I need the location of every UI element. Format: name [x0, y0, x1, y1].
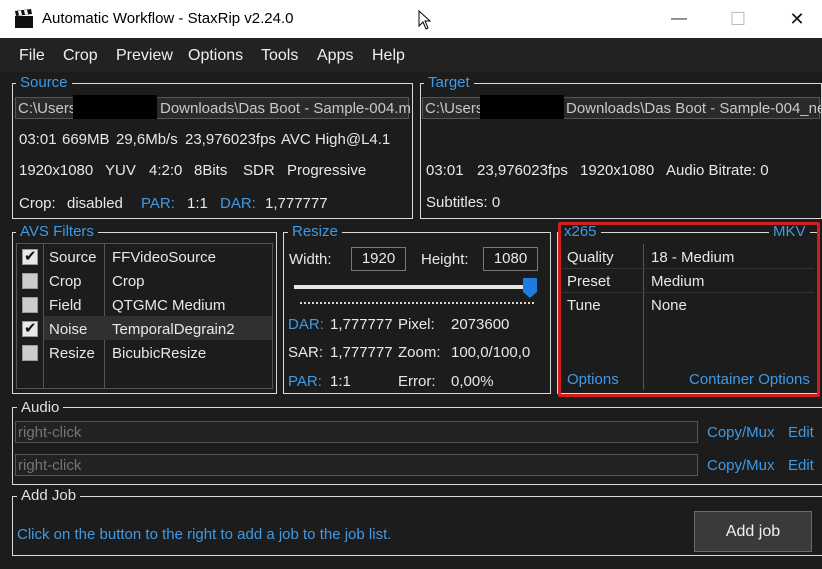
filter-name[interactable]: Noise [49, 321, 87, 338]
window-title: Automatic Workflow - StaxRip v2.24.0 [42, 10, 294, 27]
target-subtitles: Subtitles: 0 [426, 194, 501, 211]
target-path-suffix: Downloads\Das Boot - Sample-004_ne [566, 100, 822, 117]
redaction-block [73, 95, 157, 119]
pixel-value: 2073600 [451, 316, 510, 333]
filter-checkbox-resize[interactable] [22, 345, 38, 361]
filter-name[interactable]: Resize [49, 345, 95, 362]
menu-help[interactable]: Help [372, 47, 405, 65]
add-job-hint: Click on the button to the right to add … [17, 526, 392, 543]
source-chroma: 4:2:0 [149, 162, 183, 179]
menu-apps[interactable]: Apps [317, 47, 353, 65]
close-button[interactable]: ✕ [774, 0, 820, 38]
source-par-link[interactable]: PAR: [141, 195, 175, 212]
source-duration: 03:01 [19, 131, 57, 148]
source-bitdepth: 8Bits [194, 162, 228, 179]
maximize-button[interactable]: ☐ [715, 0, 761, 38]
close-icon: ✕ [789, 8, 805, 29]
height-label: Height: [421, 251, 469, 268]
source-path-prefix: C:\Users\ [18, 100, 81, 117]
width-label: Width: [289, 251, 332, 268]
resize-slider-thumb[interactable] [522, 277, 538, 299]
audio-1-copy-mux-link[interactable]: Copy/Mux [707, 424, 775, 441]
filter-value[interactable]: QTGMC Medium [112, 297, 225, 314]
sar-label: SAR: [288, 344, 324, 361]
avs-filters-legend: AVS Filters [16, 223, 98, 240]
source-fps: 23,976023fps [185, 131, 276, 148]
minimize-button[interactable]: — [656, 0, 702, 38]
target-duration: 03:01 [426, 162, 464, 179]
source-dar-link[interactable]: DAR: [220, 195, 256, 212]
filter-checkbox-field[interactable] [22, 297, 38, 313]
title-bar: Automatic Workflow - StaxRip v2.24.0 — ☐… [0, 0, 822, 38]
width-input[interactable]: 1920 [351, 247, 406, 271]
source-colorspace: YUV [105, 162, 136, 179]
source-scan: Progressive [287, 162, 367, 179]
source-resolution: 1920x1080 [19, 162, 94, 179]
filter-name[interactable]: Crop [49, 273, 82, 290]
crop-value: disabled [67, 195, 123, 212]
resize-slider-track[interactable] [294, 285, 534, 289]
filter-value[interactable]: FFVideoSource [112, 249, 216, 266]
crop-label: Crop: [19, 195, 56, 212]
source-bitrate: 29,6Mb/s [116, 131, 178, 148]
pixel-label: Pixel: [398, 316, 435, 333]
audio-track-1-input[interactable] [15, 421, 698, 443]
source-codec: AVC [281, 131, 311, 148]
filter-value[interactable]: TemporalDegrain2 [112, 321, 235, 338]
source-path-suffix: Downloads\Das Boot - Sample-004.m [160, 100, 411, 117]
filter-name[interactable]: Field [49, 297, 82, 314]
minimize-icon: — [671, 10, 687, 27]
highlight-annotation-box [558, 222, 820, 397]
resize-dar-link[interactable]: DAR: [288, 316, 324, 333]
menu-file[interactable]: File [19, 47, 45, 65]
audio-legend: Audio [17, 399, 64, 416]
filter-name[interactable]: Source [49, 249, 97, 266]
source-size: 669MB [62, 131, 110, 148]
audio-2-copy-mux-link[interactable]: Copy/Mux [707, 457, 775, 474]
resize-dar-value: 1,777777 [330, 316, 393, 333]
add-job-button[interactable]: Add job [694, 511, 812, 552]
redaction-block [480, 95, 564, 119]
source-profile: High@L4.1 [315, 131, 391, 148]
slider-ticks [300, 302, 534, 305]
error-value: 0,00% [451, 373, 494, 390]
maximize-icon: ☐ [729, 8, 747, 29]
resize-par-link[interactable]: PAR: [288, 373, 322, 390]
target-path-prefix: C:\Users\ [425, 100, 488, 117]
zoom-value: 100,0/100,0 [451, 344, 531, 361]
source-legend: Source [16, 74, 72, 91]
source-dynamic-range: SDR [243, 162, 275, 179]
filter-checkbox-source[interactable] [22, 247, 38, 265]
menu-tools[interactable]: Tools [261, 47, 298, 65]
add-job-legend: Add Job [17, 487, 81, 504]
filter-checkbox-crop[interactable] [22, 273, 38, 289]
zoom-label: Zoom: [398, 344, 441, 361]
resize-par-value: 1:1 [330, 373, 351, 390]
resize-legend: Resize [288, 223, 342, 240]
audio-track-2-input[interactable] [15, 454, 698, 476]
sar-value: 1,777777 [330, 344, 393, 361]
audio-1-edit-link[interactable]: Edit [788, 424, 814, 441]
menu-preview[interactable]: Preview [116, 47, 173, 65]
target-resolution: 1920x1080 [580, 162, 655, 179]
target-fps: 23,976023fps [477, 162, 568, 179]
filter-value[interactable]: Crop [112, 273, 145, 290]
source-dar-value: 1,777777 [265, 195, 328, 212]
menu-options[interactable]: Options [188, 47, 243, 65]
source-par-value: 1:1 [187, 195, 208, 212]
clapperboard-icon [15, 9, 33, 28]
target-legend: Target [424, 74, 474, 91]
audio-2-edit-link[interactable]: Edit [788, 457, 814, 474]
error-label: Error: [398, 373, 436, 390]
mouse-cursor-icon [418, 10, 432, 30]
height-input[interactable]: 1080 [483, 247, 538, 271]
filter-checkbox-noise[interactable] [22, 319, 38, 337]
filter-value[interactable]: BicubicResize [112, 345, 206, 362]
menu-crop[interactable]: Crop [63, 47, 98, 65]
target-audio-bitrate: Audio Bitrate: 0 [666, 162, 769, 179]
